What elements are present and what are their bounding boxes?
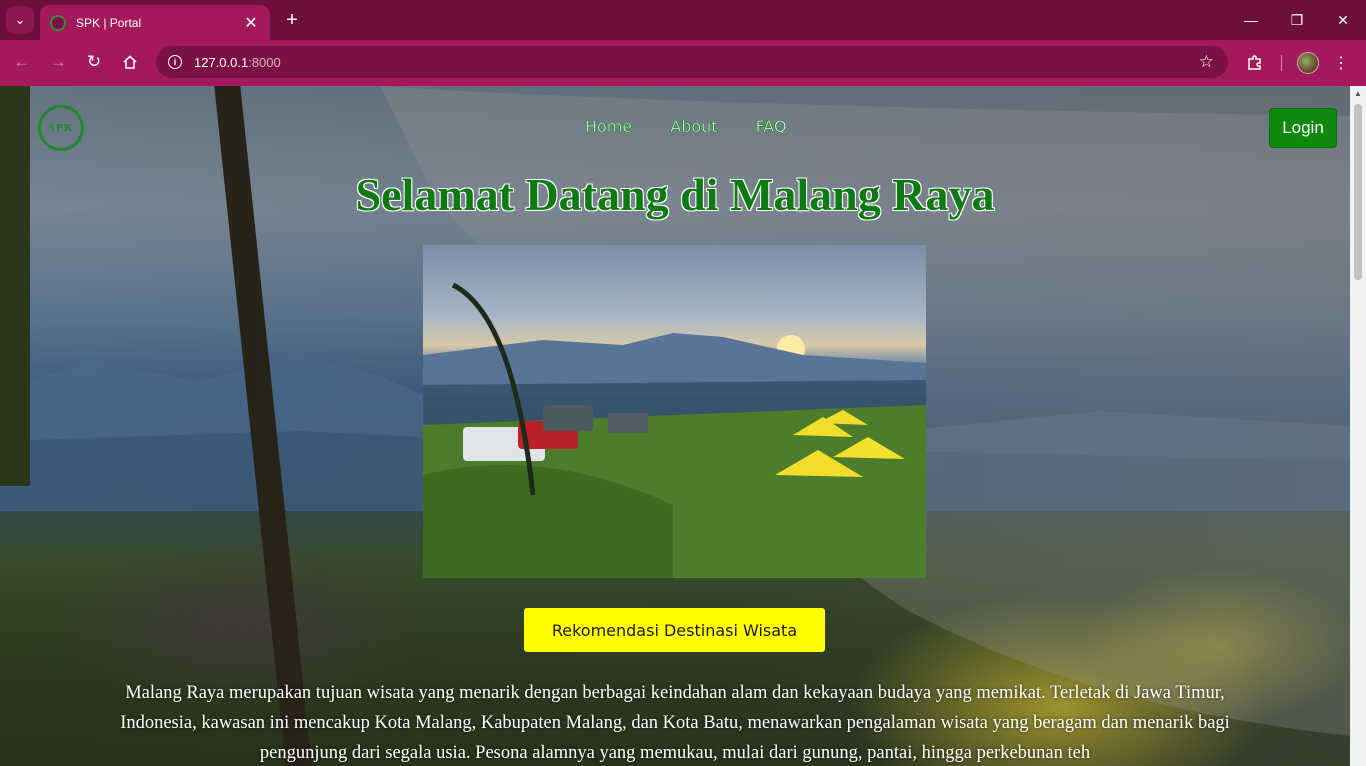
browser-menu-button[interactable]: ⋮ (1327, 49, 1355, 77)
new-tab-button[interactable]: + (280, 8, 304, 32)
toolbar-divider (1281, 55, 1282, 71)
page-scrollbar[interactable]: ▲ (1350, 86, 1366, 766)
page-title: Selamat Datang di Malang Raya (355, 169, 995, 220)
chevron-down-icon: ⌄ (14, 12, 26, 27)
extensions-button[interactable] (1241, 49, 1269, 77)
site-logo[interactable]: SPK (38, 105, 84, 151)
site-favicon-icon (50, 14, 66, 31)
address-bar[interactable]: i 127.0.0.1:8000 ☆ (156, 46, 1228, 78)
bookmark-star-icon[interactable]: ☆ (1199, 52, 1214, 72)
reload-button[interactable]: ↻ (80, 48, 108, 76)
scrollbar-thumb[interactable] (1354, 104, 1362, 280)
scroll-up-icon[interactable]: ▲ (1350, 86, 1366, 102)
url-port: :8000 (248, 54, 281, 70)
browser-toolbar: ← → ↻ i 127.0.0.1:8000 ☆ ⋮ (0, 40, 1366, 86)
puzzle-icon (1248, 55, 1261, 70)
campsite-scene (423, 282, 926, 578)
tab-search-button[interactable]: ⌄ (6, 6, 34, 34)
logo-text: SPK (48, 122, 74, 134)
close-tab-icon[interactable]: ✕ (242, 13, 260, 33)
more-vertical-icon: ⋮ (1333, 55, 1349, 72)
close-window-button[interactable]: ✕ (1320, 0, 1366, 40)
hero-image (423, 245, 926, 578)
profile-button[interactable] (1294, 49, 1322, 77)
reload-icon: ↻ (86, 52, 102, 71)
minimize-window-button[interactable]: — (1228, 0, 1274, 40)
browser-tabbar: ⌄ SPK | Portal ✕ + — ❐ ✕ (0, 0, 1366, 40)
url-host: 127.0.0.1 (194, 54, 249, 70)
forward-button[interactable]: → (44, 48, 72, 76)
recommendation-button[interactable]: Rekomendasi Destinasi Wisata (524, 608, 825, 652)
page-viewport: SPK Home About FAQ Login Selamat Datang … (0, 86, 1350, 766)
back-button[interactable]: ← (8, 48, 36, 76)
main-nav: Home About FAQ (585, 117, 787, 137)
arrow-left-icon: ← (13, 52, 31, 71)
site-info-icon[interactable]: i (168, 55, 182, 69)
avatar (1297, 52, 1319, 74)
browser-tab-active[interactable]: SPK | Portal ✕ (40, 5, 270, 40)
home-icon (123, 55, 137, 69)
home-button[interactable] (116, 48, 144, 76)
intro-paragraph: Malang Raya merupakan tujuan wisata yang… (120, 683, 1230, 763)
nav-link-about[interactable]: About (670, 117, 718, 137)
login-button[interactable]: Login (1269, 108, 1337, 148)
tab-title: SPK | Portal (76, 15, 142, 30)
nav-link-faq[interactable]: FAQ (755, 117, 787, 137)
arrow-right-icon: → (49, 52, 67, 71)
restore-window-button[interactable]: ❐ (1274, 0, 1320, 40)
nav-link-home[interactable]: Home (585, 117, 633, 137)
